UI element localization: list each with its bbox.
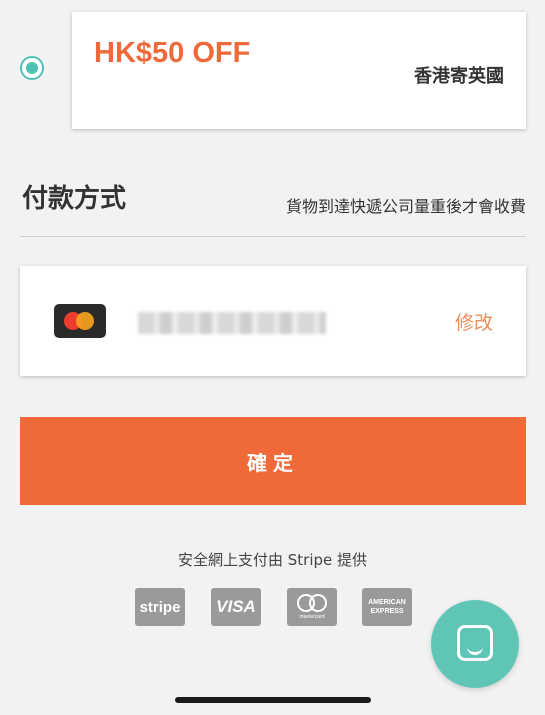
section-divider	[20, 236, 526, 237]
payment-method-card: 修改	[20, 266, 526, 376]
payment-note: 貨物到達快遞公司量重後才會收費	[285, 197, 526, 216]
radio-selected-dot	[26, 62, 38, 74]
visa-logo: VISA	[211, 588, 261, 626]
stripe-logo: stripe	[135, 588, 185, 626]
secure-payment-text: 安全網上支付由 Stripe 提供	[177, 551, 368, 569]
amex-logo: AMERICAN EXPRESS	[362, 588, 412, 626]
chat-button[interactable]	[431, 600, 519, 688]
payment-method-title: 付款方式	[22, 184, 127, 214]
coupon-amount: HK$50 OFF	[94, 37, 251, 69]
mastercard-icon	[54, 304, 106, 338]
amex-logo-line2: EXPRESS	[370, 608, 404, 615]
mastercard-ring-right	[309, 594, 327, 612]
masked-card-number	[138, 312, 326, 334]
chat-icon	[457, 625, 493, 661]
confirm-button[interactable]: 確定	[20, 417, 526, 505]
mastercard-rings-icon	[297, 594, 327, 612]
amex-logo-line1: AMERICAN	[368, 599, 406, 606]
mastercard-logo: mastercard	[287, 588, 337, 626]
mastercard-orange-circle	[76, 312, 94, 330]
coupon-card[interactable]: HK$50 OFF 香港寄英國	[72, 12, 526, 129]
coupon-description: 香港寄英國	[414, 66, 504, 87]
edit-payment-link[interactable]: 修改	[455, 308, 493, 335]
mastercard-logo-text: mastercard	[299, 614, 325, 620]
coupon-radio-button[interactable]	[20, 56, 44, 80]
home-indicator	[175, 697, 371, 703]
